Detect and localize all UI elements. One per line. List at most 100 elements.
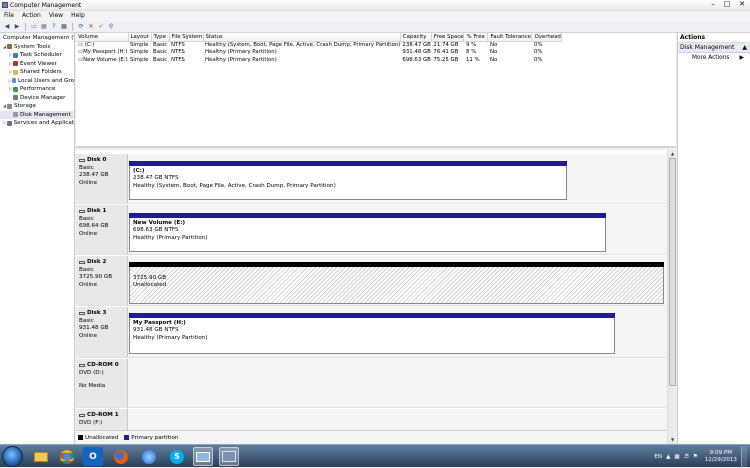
scroll-down-icon[interactable]: ▼ — [668, 436, 677, 444]
col-header-file-system[interactable]: File System — [169, 33, 204, 42]
disk-icon — [79, 210, 85, 214]
check-icon[interactable]: ✓ — [97, 23, 105, 31]
col-header-overhead[interactable]: Overhead — [531, 33, 563, 42]
table-cell: No — [489, 42, 498, 49]
firefox-icon[interactable] — [111, 447, 131, 466]
title-bar: Computer Management – □ ✕ — [0, 0, 750, 11]
maximize-button[interactable]: □ — [720, 0, 734, 9]
clock[interactable]: 9:09 PM 12/29/2013 — [705, 450, 737, 464]
col-header-status[interactable]: Status — [203, 33, 401, 42]
disk-label[interactable]: Disk 2 Basic 3725.90 GB Online — [76, 256, 128, 305]
disk-label[interactable]: Disk 3 Basic 931.48 GB Online — [76, 307, 128, 357]
disk-label[interactable]: Disk 1 Basic 698.64 GB Online — [76, 205, 128, 254]
table-row[interactable]: ▭ (C:) Simple Basic NTFS Healthy (System… — [76, 41, 562, 49]
col-header-type[interactable]: Type — [151, 33, 170, 42]
actions-header: Actions — [678, 33, 750, 43]
chrome-icon[interactable] — [57, 447, 77, 466]
tree-shared-folders[interactable]: ▷ Shared Folders — [0, 68, 74, 77]
show-desktop-button[interactable] — [741, 445, 747, 468]
properties-icon[interactable]: ▤ — [40, 23, 48, 31]
file-explorer-icon[interactable] — [31, 447, 51, 466]
computer-management-taskbar-icon[interactable] — [219, 447, 239, 466]
vertical-scrollbar[interactable]: ▲ ▼ — [667, 150, 676, 444]
language-indicator[interactable]: EN — [654, 454, 662, 460]
zoom-icon[interactable]: ⚲ — [107, 23, 115, 31]
table-cell: NTFS — [171, 56, 185, 63]
menu-view[interactable]: View — [45, 11, 67, 21]
menu-file[interactable]: File — [0, 11, 18, 21]
table-cell: Healthy (Primary Partition) — [205, 49, 277, 56]
disk-size: 698.64 GB — [79, 223, 109, 230]
back-icon[interactable]: ◀ — [3, 23, 11, 31]
help-icon[interactable]: ? — [50, 23, 58, 31]
actions-pane: Actions Disk Management ▲ More Actions ▶ — [677, 33, 750, 444]
scroll-up-icon[interactable]: ▲ — [668, 150, 677, 158]
partition-c[interactable]: (C:) 238.47 GB NTFS Healthy (System, Boo… — [129, 161, 567, 200]
disk-icon — [79, 312, 85, 316]
disk-state: Online — [79, 281, 98, 288]
more-actions-link[interactable]: More Actions ▶ — [678, 53, 750, 63]
remote-desktop-icon[interactable] — [193, 447, 213, 466]
rescan-icon[interactable]: ⟳ — [77, 23, 85, 31]
partition-size: 238.47 GB NTFS — [133, 175, 179, 182]
partition-h[interactable]: My Passport (H:) 931.48 GB NTFS Healthy … — [129, 313, 615, 354]
network-icon[interactable]: ▩ — [674, 454, 679, 460]
table-cell: 11 % — [465, 56, 480, 63]
table-row[interactable]: ▭My Passport (H:) Simple Basic NTFS Heal… — [76, 49, 562, 57]
scroll-thumb[interactable] — [669, 158, 676, 386]
tree-storage[interactable]: ◢ Storage — [0, 102, 74, 111]
close-button[interactable]: ✕ — [735, 0, 749, 9]
show-hide-tree-icon[interactable]: ▦ — [60, 23, 68, 31]
col-header-volume[interactable]: Volume — [76, 33, 129, 42]
partition-size: 931.48 GB NTFS — [133, 327, 179, 334]
forward-icon[interactable]: ▶ — [13, 23, 21, 31]
col-header-fault-tolerance[interactable]: Fault Tolerance — [487, 33, 533, 42]
volume-table: Volume Layout Type File System Status Ca… — [76, 33, 563, 64]
show-hidden-icons-icon[interactable]: ▲ — [666, 454, 670, 460]
cdrom-name: CD-ROM 1 — [79, 412, 127, 420]
minimize-button[interactable]: – — [706, 0, 720, 9]
col-header-capacity[interactable]: Capacity — [400, 33, 432, 42]
col-header-free-space[interactable]: Free Space — [431, 33, 465, 42]
disk-type: Basic — [79, 215, 94, 222]
tree-services-applications[interactable]: ▷ Services and Applicat — [0, 119, 74, 128]
disk-size: 3725.90 GB — [79, 274, 113, 281]
col-header-layout[interactable]: Layout — [128, 33, 152, 42]
table-row[interactable]: ▭New Volume (E:) Simple Basic NTFS Healt… — [76, 56, 562, 64]
tree-task-scheduler[interactable]: ▷ Task Scheduler — [0, 51, 74, 60]
table-cell: NTFS — [171, 42, 185, 49]
event-log-icon — [13, 61, 18, 67]
tree-performance[interactable]: ▷ Performance — [0, 85, 74, 94]
skype-icon[interactable]: S — [167, 447, 187, 466]
collapse-up-icon[interactable]: ▲ — [742, 43, 747, 52]
tree-event-viewer[interactable]: ▷ Event Viewer — [0, 60, 74, 69]
menu-action[interactable]: Action — [18, 11, 45, 21]
partition-e[interactable]: New Volume (E:) 698.63 GB NTFS Healthy (… — [129, 213, 606, 252]
skype-shape: S — [170, 449, 184, 464]
flag-icon[interactable]: ⚑ — [693, 454, 698, 460]
tree-system-tools[interactable]: ◢ System Tools — [0, 43, 74, 52]
disk-name: Disk 3 — [79, 310, 127, 318]
clock-date: 12/29/2013 — [704, 456, 737, 463]
actions-section[interactable]: Disk Management ▲ — [678, 43, 750, 53]
table-cell: NTFS — [171, 49, 185, 56]
tree-local-users[interactable]: ▷ Local Users and Gro — [0, 77, 74, 86]
outlook-icon[interactable]: O — [83, 447, 103, 466]
cdrom-label[interactable]: CD-ROM 0 DVD (D:) No Media — [76, 359, 128, 407]
delete-icon[interactable]: ✕ — [87, 23, 95, 31]
start-button[interactable] — [2, 446, 23, 467]
menu-help[interactable]: Help — [67, 11, 89, 21]
col-header-percent-free[interactable]: % Free — [463, 33, 489, 42]
tree-disk-management[interactable]: Disk Management — [0, 110, 74, 119]
media-player-icon[interactable] — [139, 447, 159, 466]
tree-device-manager[interactable]: Device Manager — [0, 94, 74, 103]
up-folder-icon[interactable]: ▭ — [30, 23, 38, 31]
volume-icon[interactable]: ♬ — [684, 454, 689, 460]
legend-unallocated: Unallocated — [78, 434, 118, 441]
unallocated-space[interactable]: 3725.90 GB Unallocated — [129, 262, 664, 304]
tree-root[interactable]: Computer Management (Local — [0, 34, 74, 43]
disk-graphical-view: Disk 0 Basic 238.47 GB Online (C:) 238.4… — [76, 150, 667, 444]
disk-type: Basic — [79, 164, 94, 171]
disk-label[interactable]: Disk 0 Basic 238.47 GB Online — [76, 154, 128, 203]
submenu-arrow-icon: ▶ — [739, 55, 744, 61]
